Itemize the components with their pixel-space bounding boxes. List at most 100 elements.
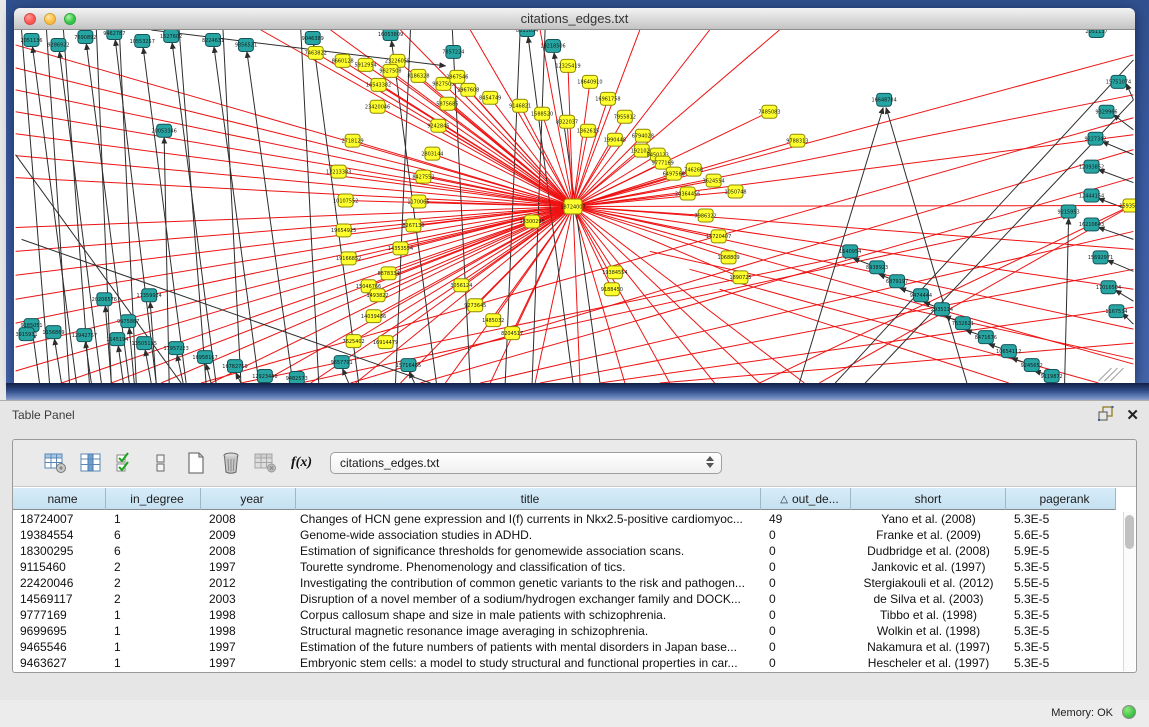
network-node[interactable]: 746266 [684, 163, 703, 176]
column-header-year[interactable]: year [201, 488, 296, 510]
network-node[interactable]: 1167534 [1105, 305, 1127, 318]
network-node[interactable]: 2967608 [457, 83, 479, 96]
network-node[interactable]: 9242845 [427, 119, 449, 132]
network-node[interactable]: 6497568 [663, 167, 685, 180]
network-node[interactable]: 1485032 [482, 314, 504, 327]
network-node[interactable]: 1493822 [366, 289, 388, 302]
column-header-short[interactable]: short [851, 488, 1006, 510]
network-node[interactable]: 1170065 [407, 195, 429, 208]
network-node[interactable]: 8224631 [202, 33, 224, 46]
column-header-out_de[interactable]: △out_de... [761, 488, 851, 510]
network-node[interactable]: 9462787 [103, 30, 125, 39]
network-canvas[interactable]: 2051136 9286922 7690892 9462787 10553257 1527… [14, 30, 1135, 383]
network-node[interactable]: 9827508 [379, 64, 401, 77]
network-node[interactable]: 8322037 [556, 115, 578, 128]
network-node[interactable]: 15692971 [1088, 251, 1113, 264]
network-node[interactable]: 2967546 [446, 70, 468, 83]
network-node[interactable]: 20206576 [92, 293, 117, 306]
network-node[interactable]: 15716485 [396, 359, 421, 372]
table-row[interactable]: 946554611997Estimation of the future num… [13, 639, 1121, 655]
network-node[interactable]: 9286922 [47, 38, 69, 51]
select-rows-icon[interactable] [113, 451, 139, 475]
delete-rows-icon[interactable] [218, 451, 244, 475]
network-node[interactable]: 9482573 [286, 372, 308, 383]
network-node[interactable]: 7986322 [695, 209, 717, 222]
network-node[interactable]: 9046389 [302, 31, 324, 44]
network-node[interactable]: 9657791 [331, 356, 353, 369]
network-node[interactable]: 12444154 [1079, 189, 1104, 202]
network-node[interactable]: 8186328 [407, 69, 429, 82]
network-node[interactable]: 1527602 [160, 30, 182, 42]
table-row[interactable]: 1872400712008Changes of HCN gene express… [13, 511, 1121, 527]
network-node[interactable]: 8938923 [866, 261, 888, 274]
table-row[interactable]: 977716911998Corpus callosum shape and si… [13, 607, 1121, 623]
network-node[interactable]: 9245652 [1021, 359, 1043, 372]
network-node[interactable]: 8267130 [402, 219, 424, 232]
column-header-title[interactable]: title [296, 488, 761, 510]
network-node[interactable]: 2718129 [342, 134, 364, 147]
network-node[interactable]: 8454749 [479, 91, 501, 104]
network-node[interactable]: 15720407 [706, 230, 731, 243]
close-panel-icon[interactable]: ✕ [1126, 408, 1139, 424]
network-node[interactable]: 7857224 [442, 45, 464, 58]
network-node[interactable]: 9474444 [910, 289, 932, 302]
network-node[interactable]: 9227342 [1084, 132, 1106, 145]
network-node[interactable]: 9356521 [235, 38, 257, 51]
table-row[interactable]: 946362711997Embryonic stem cells: a mode… [13, 655, 1121, 671]
network-node[interactable]: 6879197 [886, 275, 908, 288]
network-node[interactable]: 2051137 [1085, 30, 1107, 37]
column-header-pagerank[interactable]: pagerank [1006, 488, 1116, 510]
network-node[interactable]: 8813054 [516, 30, 538, 36]
network-node[interactable]: 3624554 [703, 174, 725, 187]
table-row[interactable]: 1830029562008Estimation of significance … [13, 543, 1121, 559]
column-header-in_degree[interactable]: in_degree [106, 488, 201, 510]
row-height-icon[interactable] [148, 451, 174, 475]
network-node[interactable]: 1640954 [839, 245, 861, 258]
table-row[interactable]: 911546021997Tourette syndrome. Phenomeno… [13, 559, 1121, 575]
network-node[interactable]: 12093852 [1079, 160, 1104, 173]
table-row[interactable]: 969969511998Structural magnetic resonanc… [13, 623, 1121, 639]
network-canvas-area[interactable]: 2051136 9286922 7690892 9462787 10553257 1527… [14, 30, 1135, 383]
network-node[interactable]: 9329966 [1095, 105, 1117, 118]
network-node[interactable]: 20364456 [675, 187, 700, 200]
network-node[interactable]: 9975887 [117, 315, 139, 328]
network-node[interactable]: 3915931 [15, 328, 37, 341]
network-node[interactable]: 7955812 [614, 110, 636, 123]
network-table-select[interactable]: citations_edges.txt [330, 452, 722, 474]
network-node[interactable]: 7485083 [758, 105, 780, 118]
network-node[interactable]: 10553257 [130, 34, 155, 47]
network-node[interactable]: 10107552 [333, 194, 358, 207]
table-row[interactable]: 2242004622012Investigating the contribut… [13, 575, 1121, 591]
delete-table-icon[interactable] [253, 451, 279, 475]
network-node[interactable]: 18640910 [577, 75, 602, 88]
network-node[interactable]: 1588520 [531, 107, 553, 120]
column-header-name[interactable]: name [13, 488, 106, 510]
network-node[interactable]: 2051136 [20, 33, 42, 46]
network-node[interactable]: 16914479 [373, 336, 398, 349]
network-node[interactable]: 16648784 [871, 93, 896, 106]
network-node[interactable]: 18724007 [560, 199, 585, 214]
network-node[interactable]: 2803144 [421, 147, 443, 160]
network-node[interactable]: 1068809 [717, 251, 739, 264]
table-settings-icon[interactable] [43, 451, 69, 475]
network-node[interactable]: 1990448 [604, 133, 626, 146]
network-node[interactable]: 9215953 [1058, 205, 1080, 218]
table-scrollbar[interactable] [1123, 512, 1135, 671]
network-node[interactable]: 17957223 [163, 342, 188, 355]
window-titlebar[interactable]: citations_edges.txt [14, 8, 1135, 30]
network-node[interactable]: 12942757 [72, 329, 97, 342]
network-node[interactable]: 7632621 [952, 317, 974, 330]
network-node[interactable]: 1145194 [106, 333, 128, 346]
network-node[interactable]: 9273645 [464, 299, 486, 312]
table-row[interactable]: 1456911722003Disruption of a novel membe… [13, 591, 1121, 607]
network-node[interactable]: 7463822 [305, 46, 327, 59]
function-builder-icon[interactable]: f(x) [291, 455, 312, 471]
network-node[interactable]: 19166852 [336, 252, 361, 265]
network-node[interactable]: 9188450 [601, 283, 623, 296]
network-node[interactable]: 9146821 [509, 99, 531, 112]
table-row[interactable]: 1938455462009Genome-wide association stu… [13, 527, 1121, 543]
network-node[interactable]: 1050748 [724, 185, 746, 198]
network-node[interactable]: 7690892 [74, 30, 96, 43]
network-node[interactable]: 12923446 [252, 370, 277, 383]
create-table-icon[interactable] [183, 451, 209, 475]
